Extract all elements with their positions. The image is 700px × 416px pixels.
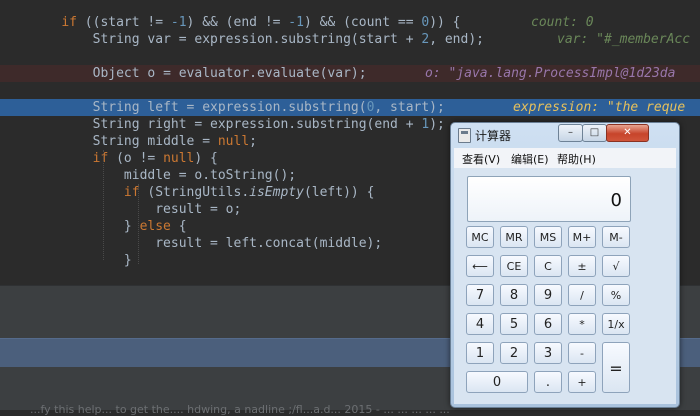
indent-guide: [138, 184, 139, 264]
key-3[interactable]: 3: [534, 342, 562, 364]
code-text: if (StringUtils.isEmpty(left)) {: [123, 185, 375, 200]
key-pct[interactable]: %: [602, 284, 630, 306]
key-mr[interactable]: MR: [500, 226, 528, 248]
code-text: Object o = evaluator.evaluate(var);: [92, 66, 367, 81]
key-ce[interactable]: CE: [500, 255, 528, 277]
indent-guide: [103, 150, 104, 260]
key-5[interactable]: 5: [500, 313, 528, 335]
key-8[interactable]: 8: [500, 284, 528, 306]
key-add[interactable]: +: [568, 371, 596, 393]
code-line[interactable]: [0, 82, 700, 99]
key-sqrt[interactable]: √: [602, 255, 630, 277]
maximize-button[interactable]: □: [582, 124, 607, 142]
code-text: result = o;: [155, 202, 242, 217]
key-mc[interactable]: MC: [466, 226, 494, 248]
key-mul[interactable]: *: [568, 313, 596, 335]
code-text: if ((start != -1) && (end != -1) && (cou…: [61, 15, 461, 30]
code-line[interactable]: String var = expression.substring(start …: [0, 31, 700, 48]
key-sub[interactable]: -: [568, 342, 596, 364]
window-title: 计算器: [475, 129, 512, 143]
key-inv[interactable]: 1/x: [602, 313, 630, 335]
key-eq[interactable]: =: [602, 342, 630, 393]
key-mminus[interactable]: M-: [602, 226, 630, 248]
calculator-titlebar[interactable]: 计算器 – □ ✕: [451, 123, 679, 145]
key-9[interactable]: 9: [534, 284, 562, 306]
calculator-body: 0 MC MR MS M+ M- ⟵ CE C ± √ 7 8 9 /% 4 5 6 * 1/x 1 2 3- 0. + =: [454, 168, 676, 404]
calculator-icon: [458, 128, 471, 143]
code-line[interactable]: [0, 48, 700, 65]
code-text: String var = expression.substring(start …: [92, 32, 484, 47]
code-text: middle = o.toString();: [123, 168, 297, 183]
code-line[interactable]: if ((start != -1) && (end != -1) && (cou…: [0, 14, 700, 31]
close-button[interactable]: ✕: [606, 124, 649, 142]
code-text: String right = expression.substring(end …: [92, 117, 445, 132]
code-line[interactable]: String left = expression.substring(0, st…: [0, 99, 700, 116]
menu-view[interactable]: 查看(V): [462, 151, 500, 167]
key-ms[interactable]: MS: [534, 226, 562, 248]
code-text: String left = expression.substring(0, st…: [92, 100, 445, 115]
code-text: if (o != null) {: [92, 151, 218, 166]
code-text: String middle = null;: [92, 134, 257, 149]
debug-inline-value: expression: "the reque: [513, 100, 686, 115]
key-back[interactable]: ⟵: [466, 255, 494, 277]
key-6[interactable]: 6: [534, 313, 562, 335]
menu-help[interactable]: 帮助(H): [557, 151, 596, 167]
menu-edit[interactable]: 编辑(E): [511, 151, 549, 167]
code-text: result = left.concat(middle);: [155, 236, 383, 251]
key-c[interactable]: C: [534, 255, 562, 277]
calculator-window[interactable]: 计算器 – □ ✕ 查看(V) 编辑(E) 帮助(H) 0 MC MR MS M+ M-…: [450, 122, 680, 408]
key-4[interactable]: 4: [466, 313, 494, 335]
key-div[interactable]: /: [568, 284, 596, 306]
debug-inline-value: var: "#_memberAcc: [557, 32, 691, 47]
debug-inline-value: count: 0: [531, 15, 594, 30]
code-line[interactable]: Object o = evaluator.evaluate(var); o: "j…: [0, 65, 700, 82]
key-7[interactable]: 7: [466, 284, 494, 306]
key-mplus[interactable]: M+: [568, 226, 596, 248]
minimize-button[interactable]: –: [558, 124, 583, 142]
code-text: }: [123, 253, 132, 268]
menu-bar: 查看(V) 编辑(E) 帮助(H): [454, 148, 676, 168]
calculator-display: 0: [467, 176, 631, 222]
key-0[interactable]: 0: [466, 371, 528, 393]
key-2[interactable]: 2: [500, 342, 528, 364]
key-dot[interactable]: .: [534, 371, 562, 393]
code-text: } else {: [123, 219, 187, 234]
display-value: 0: [610, 190, 622, 211]
key-sign[interactable]: ±: [568, 255, 596, 277]
key-1[interactable]: 1: [466, 342, 494, 364]
debug-inline-value: o: "java.lang.ProcessImpl@1d23da: [425, 66, 676, 81]
